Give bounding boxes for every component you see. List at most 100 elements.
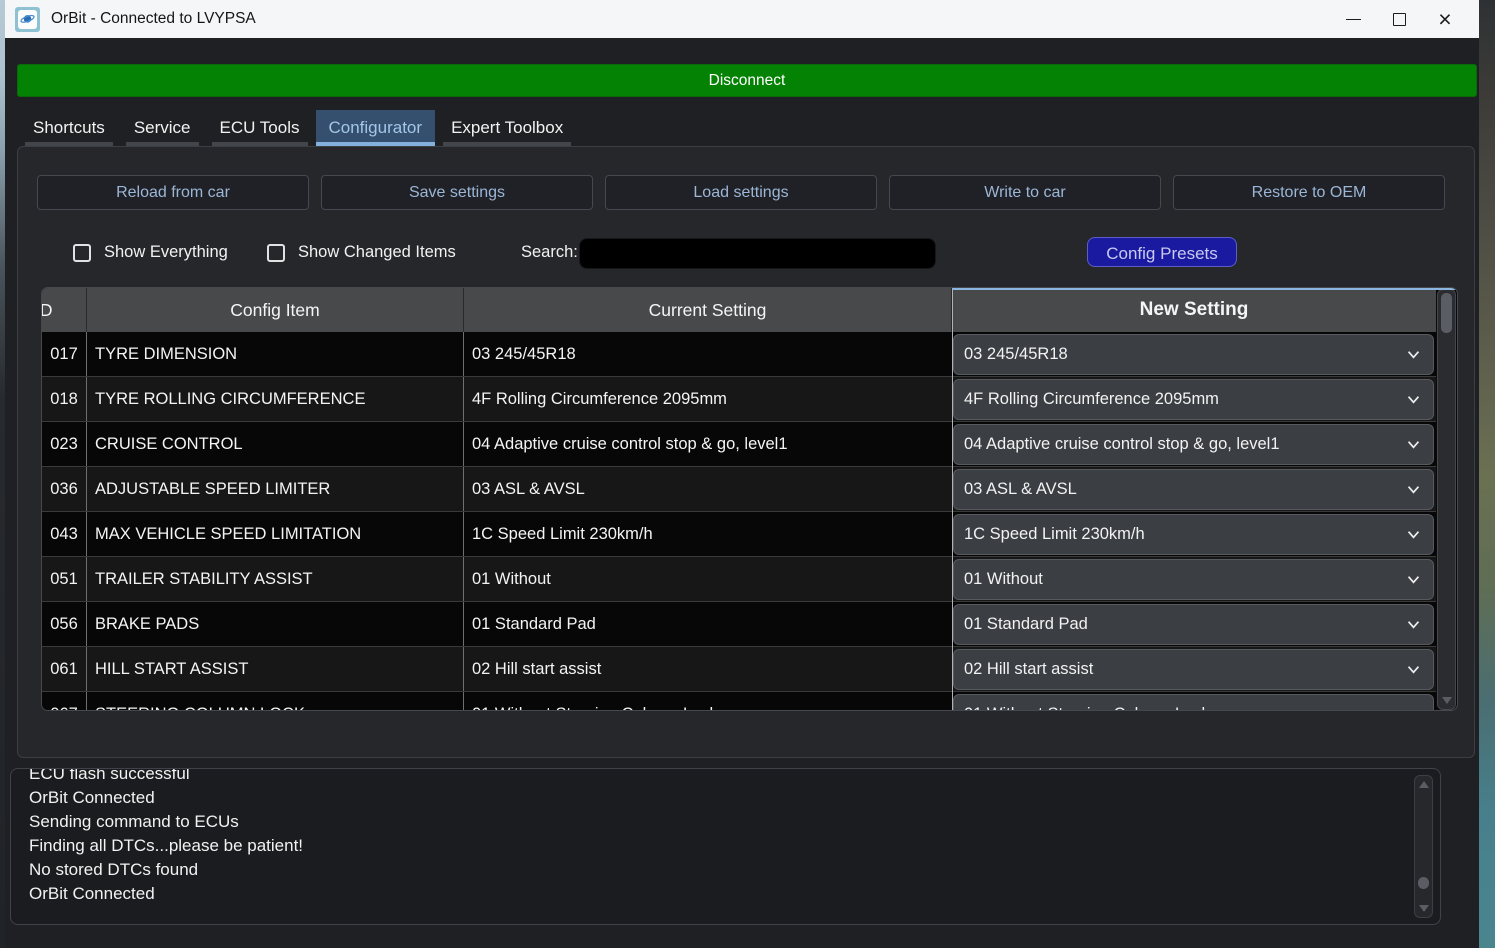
table-row[interactable]: 067STEERING COLUMN LOCK01 Without Steeri…	[42, 692, 1436, 711]
dropdown-value: 4F Rolling Circumference 2095mm	[964, 389, 1219, 408]
new-setting-dropdown[interactable]: 01 Standard Pad	[953, 603, 1434, 645]
row-config-item: HILL START ASSIST	[87, 647, 464, 691]
title-bar: OrBit - Connected to LVYPSA ×	[5, 0, 1486, 38]
log-line: ECU flash successful	[29, 768, 190, 783]
new-setting-column-divider	[952, 288, 953, 710]
disconnect-button[interactable]: Disconnect	[17, 64, 1477, 97]
chevron-down-icon	[1405, 481, 1422, 503]
row-config-item: ADJUSTABLE SPEED LIMITER	[87, 467, 464, 511]
tab-expert-toolbox[interactable]: Expert Toolbox	[438, 110, 576, 146]
minimize-button[interactable]	[1330, 0, 1376, 38]
show-changed-items-checkbox[interactable]	[267, 244, 285, 262]
table-row[interactable]: 036 ADJUSTABLE SPEED LIMITER 03 ASL & AVSL…	[42, 467, 1436, 512]
dropdown-value: 01 Standard Pad	[964, 614, 1088, 633]
write-to-car-button[interactable]: Write to car	[889, 175, 1161, 210]
configurator-panel: Reload from car Save settings Load setti…	[17, 146, 1475, 758]
log-lines: ECU flash successful OrBit Connected Sendi…	[29, 768, 1440, 906]
orbit-logo-icon	[18, 9, 37, 29]
row-new-setting-cell: 4F Rolling Circumference 2095mm	[952, 377, 1436, 421]
scroll-down-icon[interactable]	[1442, 697, 1452, 704]
row-config-item: TYRE DIMENSION	[87, 332, 464, 376]
app-icon	[15, 6, 40, 32]
new-setting-dropdown[interactable]: 03 ASL & AVSL	[953, 468, 1434, 510]
new-setting-dropdown[interactable]: 01 Without	[953, 558, 1434, 600]
row-id: 056	[42, 602, 87, 646]
row-id: 036	[42, 467, 87, 511]
row-new-setting-cell: 01 Without Steering Column Lock	[952, 692, 1436, 711]
tab-ecu-tools[interactable]: ECU Tools	[207, 110, 313, 146]
row-current-setting: 4F Rolling Circumference 2095mm	[472, 389, 727, 408]
chevron-down-icon	[1405, 346, 1422, 368]
chevron-down-icon	[1405, 391, 1422, 413]
maximize-icon	[1392, 12, 1406, 26]
table-row[interactable]: 023 CRUISE CONTROL 04 Adaptive cruise cont…	[42, 422, 1436, 467]
row-config-item: CRUISE CONTROL	[87, 422, 464, 466]
restore-to-oem-button[interactable]: Restore to OEM	[1173, 175, 1445, 210]
new-setting-dropdown[interactable]: 1C Speed Limit 230km/h	[953, 513, 1434, 555]
table-scrollbar-thumb[interactable]	[1441, 293, 1452, 333]
new-setting-dropdown[interactable]: 03 245/45R18	[953, 333, 1434, 375]
tab-service[interactable]: Service	[121, 110, 204, 146]
row-id: 018	[42, 377, 87, 421]
load-settings-button[interactable]: Load settings	[605, 175, 877, 210]
table-row[interactable]: 043 MAX VEHICLE SPEED LIMITATION 1C Speed …	[42, 512, 1436, 557]
table-header: ID Config Item Current Setting New Setti…	[42, 288, 1436, 332]
column-header-id[interactable]: ID	[42, 288, 87, 332]
row-id: 023	[42, 422, 87, 466]
dropdown-value: 03 ASL & AVSL	[964, 479, 1077, 498]
desktop-right-edge	[1479, 0, 1495, 948]
column-header-new-setting[interactable]: New Setting	[952, 288, 1436, 332]
new-setting-dropdown[interactable]: 01 Without Steering Column Lock	[953, 693, 1434, 711]
save-settings-button[interactable]: Save settings	[321, 175, 593, 210]
new-setting-dropdown[interactable]: 02 Hill start assist	[953, 648, 1434, 690]
show-everything-checkbox[interactable]	[73, 244, 91, 262]
row-new-setting-cell: 01 Without	[952, 557, 1436, 601]
tab-shortcuts[interactable]: Shortcuts	[20, 110, 118, 146]
maximize-button[interactable]	[1376, 0, 1422, 38]
dropdown-value: 1C Speed Limit 230km/h	[964, 524, 1145, 543]
log-line: Sending command to ECUs	[29, 812, 239, 831]
row-id: 067	[42, 692, 87, 710]
reload-from-car-button[interactable]: Reload from car	[37, 175, 309, 210]
log-scroll-down-icon[interactable]	[1419, 905, 1429, 912]
row-current-setting: 1C Speed Limit 230km/h	[472, 524, 653, 543]
row-current-setting: 01 Standard Pad	[472, 614, 596, 633]
table-row[interactable]: 017 TYRE DIMENSION 03 245/45R18 03 245/45R1…	[42, 332, 1436, 377]
close-button[interactable]: ×	[1422, 0, 1468, 38]
column-header-config-item[interactable]: Config Item	[87, 288, 464, 332]
chevron-down-icon	[1405, 436, 1422, 458]
tab-configurator[interactable]: Configurator	[315, 110, 436, 146]
row-config-item: MAX VEHICLE SPEED LIMITATION	[87, 512, 464, 556]
chevron-down-icon	[1405, 526, 1422, 548]
table-row[interactable]: 061 HILL START ASSIST 02 Hill start assist…	[42, 647, 1436, 692]
log-line: OrBit Connected	[29, 884, 155, 903]
table-row[interactable]: 018 TYRE ROLLING CIRCUMFERENCE 4F Rolling …	[42, 377, 1436, 422]
show-changed-items-label: Show Changed Items	[298, 243, 456, 261]
row-config-item: STEERING COLUMN LOCK	[87, 692, 464, 710]
disconnect-label: Disconnect	[708, 71, 786, 89]
config-table: ID Config Item Current Setting New Setti…	[41, 287, 1458, 711]
minimize-icon	[1345, 18, 1361, 20]
new-setting-dropdown[interactable]: 4F Rolling Circumference 2095mm	[953, 378, 1434, 420]
config-presets-button[interactable]: Config Presets	[1087, 237, 1237, 267]
search-input[interactable]	[579, 238, 936, 269]
log-scrollbar[interactable]	[1414, 775, 1433, 918]
close-icon: ×	[1438, 5, 1452, 32]
log-scroll-up-icon[interactable]	[1419, 781, 1429, 788]
row-id: 043	[42, 512, 87, 556]
dropdown-value: 04 Adaptive cruise control stop & go, le…	[964, 434, 1280, 453]
row-current-setting: 04 Adaptive cruise control stop & go, le…	[472, 434, 788, 453]
row-new-setting-cell: 01 Standard Pad	[952, 602, 1436, 646]
log-scrollbar-thumb[interactable]	[1418, 877, 1429, 889]
dropdown-value: 01 Without	[964, 569, 1043, 588]
column-header-current-setting[interactable]: Current Setting	[464, 288, 952, 332]
row-current-setting: 01 Without Steering Column Lock	[464, 692, 952, 711]
dropdown-value: 01 Without Steering Column Lock	[964, 705, 1210, 711]
table-scrollbar[interactable]	[1437, 289, 1456, 710]
row-current-setting: 03 245/45R18	[472, 344, 576, 363]
dropdown-value: 03 245/45R18	[964, 344, 1068, 363]
table-row[interactable]: 056 BRAKE PADS 01 Standard Pad 01 Standard …	[42, 602, 1436, 647]
new-setting-dropdown[interactable]: 04 Adaptive cruise control stop & go, le…	[953, 423, 1434, 465]
table-body: 017 TYRE DIMENSION 03 245/45R18 03 245/45R1…	[42, 332, 1436, 711]
table-row[interactable]: 051 TRAILER STABILITY ASSIST 01 Without 01 …	[42, 557, 1436, 602]
